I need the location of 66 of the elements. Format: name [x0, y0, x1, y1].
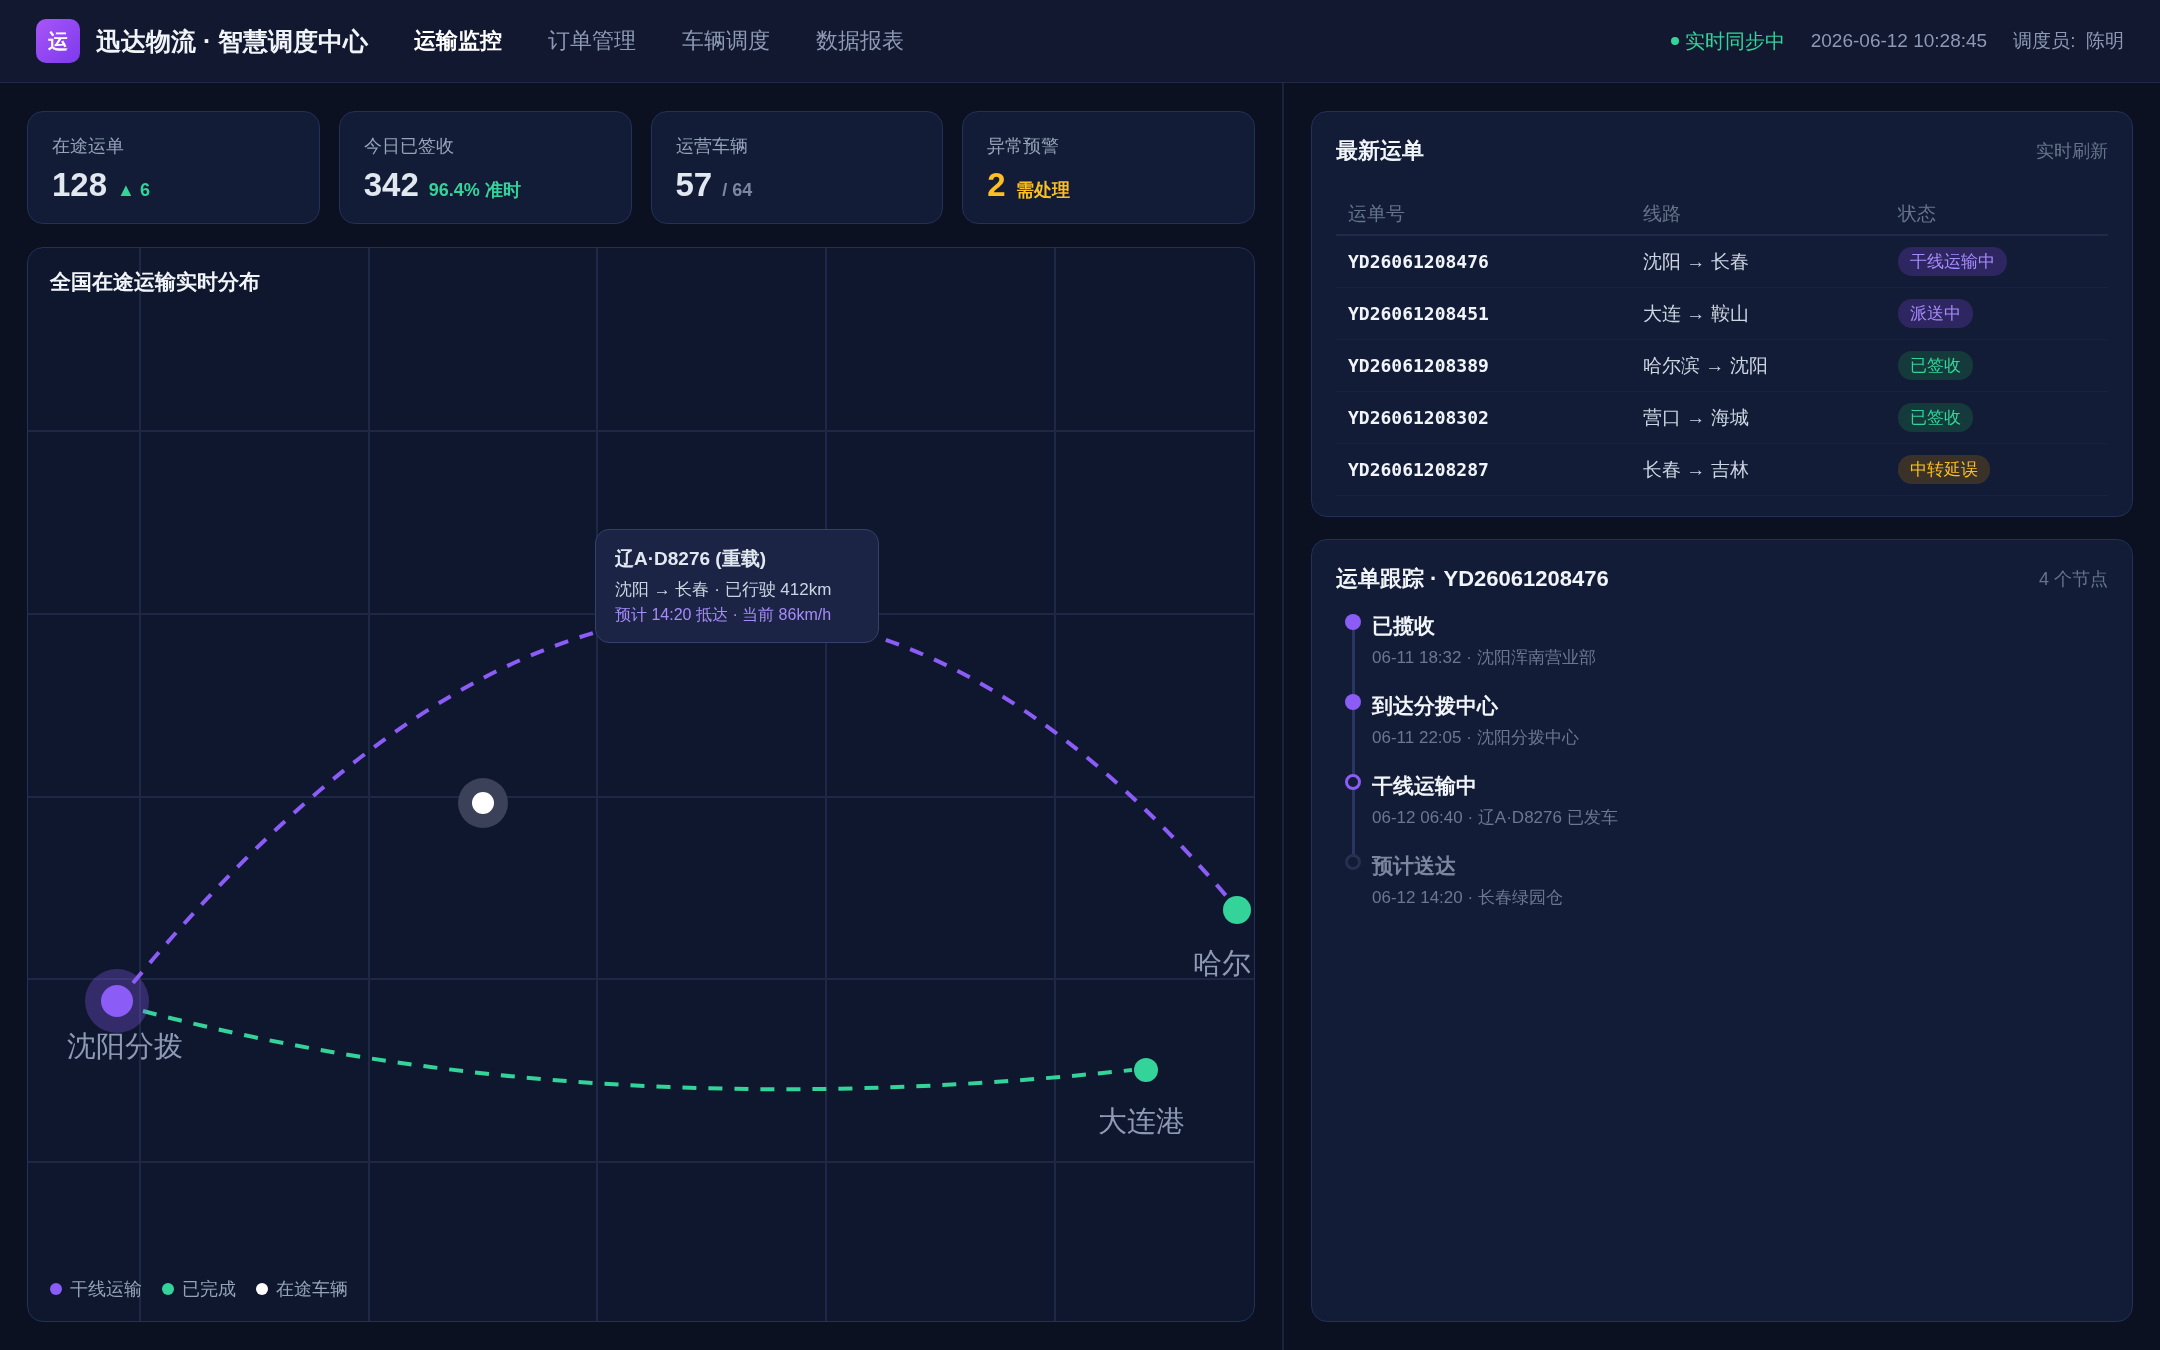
stat-value: 128 — [52, 166, 108, 204]
order-number: YD26061208389 — [1348, 355, 1490, 376]
city-label: 沈阳分拨 — [67, 1030, 183, 1062]
order-number: YD26061208451 — [1348, 303, 1490, 324]
tooltip-eta: 预计 14:20 抵达 · 当前 86km/h — [615, 605, 833, 625]
column-header: 状态 — [1898, 202, 1937, 226]
stat-value: 2 — [987, 166, 1006, 204]
step-title: 预计送达 — [1372, 853, 1457, 879]
tooltip-route: 沈阳 → 长春 · 已行驶 412km — [615, 579, 833, 601]
datetime: 2026-06-12 10:28:45 — [1810, 30, 1988, 52]
status-badge: 已签收 — [1898, 351, 1973, 380]
nav-tab[interactable]: 订单管理 — [548, 26, 637, 56]
status-badge: 干线运输中 — [1898, 247, 2007, 276]
route-cell-text: 沈阳 → 长春 — [1643, 249, 1750, 274]
vehicle-marker[interactable] — [458, 778, 508, 828]
step-title: 到达分拨中心 — [1372, 693, 1499, 719]
city-label: 大连港 — [1097, 1105, 1185, 1137]
stat-note: 需处理 — [1015, 179, 1070, 202]
stat-label: 异常预警 — [987, 135, 1061, 158]
node-count: 4 个节点 — [2039, 568, 2108, 591]
map-title: 全国在途运输实时分布 — [50, 269, 261, 295]
column-header: 运单号 — [1348, 202, 1406, 226]
route-cell-text: 大连 → 鞍山 — [1643, 301, 1750, 326]
panel-title: 最新运单 — [1336, 137, 1424, 165]
stat-note: ▲ 6 — [117, 180, 150, 201]
order-number: YD26061208287 — [1348, 459, 1490, 480]
status-badge: 已签收 — [1898, 403, 1973, 432]
route-cell-text: 营口 → 海城 — [1643, 405, 1750, 430]
stat-value: 57 — [675, 166, 713, 204]
dispatcher-name: 调度员: 陈明 — [2013, 29, 2124, 53]
panel-title: 运单跟踪 · YD26061208476 — [1336, 565, 1609, 593]
nav-tab[interactable]: 数据报表 — [816, 26, 905, 56]
nav-tab[interactable]: 运输监控 — [414, 26, 503, 56]
stat-value: 342 — [363, 166, 419, 204]
city-label: 哈尔 — [1193, 947, 1251, 979]
stat-note: 96.4% 准时 — [428, 179, 521, 202]
step-title: 已揽收 — [1372, 613, 1436, 639]
status-dot-icon — [1670, 37, 1679, 45]
legend-label: 在途车辆 — [276, 1278, 348, 1301]
order-number: YD26061208302 — [1348, 407, 1490, 428]
step-title: 干线运输中 — [1372, 773, 1478, 799]
stat-label: 在途运单 — [52, 135, 125, 158]
step-detail: 06-12 06:40 · 辽A·D8276 已发车 — [1372, 807, 1619, 829]
stat-label: 运营车辆 — [675, 135, 749, 158]
step-detail: 06-12 14:20 · 长春绿园仓 — [1372, 887, 1564, 909]
stat-label: 今日已签收 — [363, 135, 455, 158]
city-marker[interactable] — [1134, 1058, 1158, 1082]
nav-tab[interactable]: 车辆调度 — [682, 26, 771, 56]
status-badge: 派送中 — [1898, 299, 1973, 328]
status-badge: 中转延误 — [1898, 455, 1990, 484]
city-marker[interactable] — [1223, 896, 1251, 924]
stat-note: / 64 — [722, 180, 753, 201]
route-cell-text: 哈尔滨 → 沈阳 — [1643, 353, 1769, 378]
brand-title: 迅达物流 · 智慧调度中心 — [96, 25, 369, 57]
refresh-label: 实时刷新 — [2036, 140, 2108, 163]
hub-marker[interactable] — [85, 969, 149, 1033]
step-detail: 06-11 22:05 · 沈阳分拨中心 — [1372, 727, 1580, 749]
order-number: YD26061208476 — [1348, 251, 1490, 272]
route-cell-text: 长春 → 吉林 — [1643, 457, 1750, 482]
tooltip-title: 辽A·D8276 (重载) — [615, 547, 767, 571]
logo-icon: 运 — [36, 19, 80, 63]
column-header: 线路 — [1643, 202, 1682, 226]
step-detail: 06-11 18:32 · 沈阳浑南营业部 — [1372, 647, 1597, 669]
sync-status: 实时同步中 — [1684, 28, 1785, 54]
legend-label: 干线运输 — [70, 1278, 142, 1301]
legend-label: 已完成 — [182, 1278, 236, 1301]
